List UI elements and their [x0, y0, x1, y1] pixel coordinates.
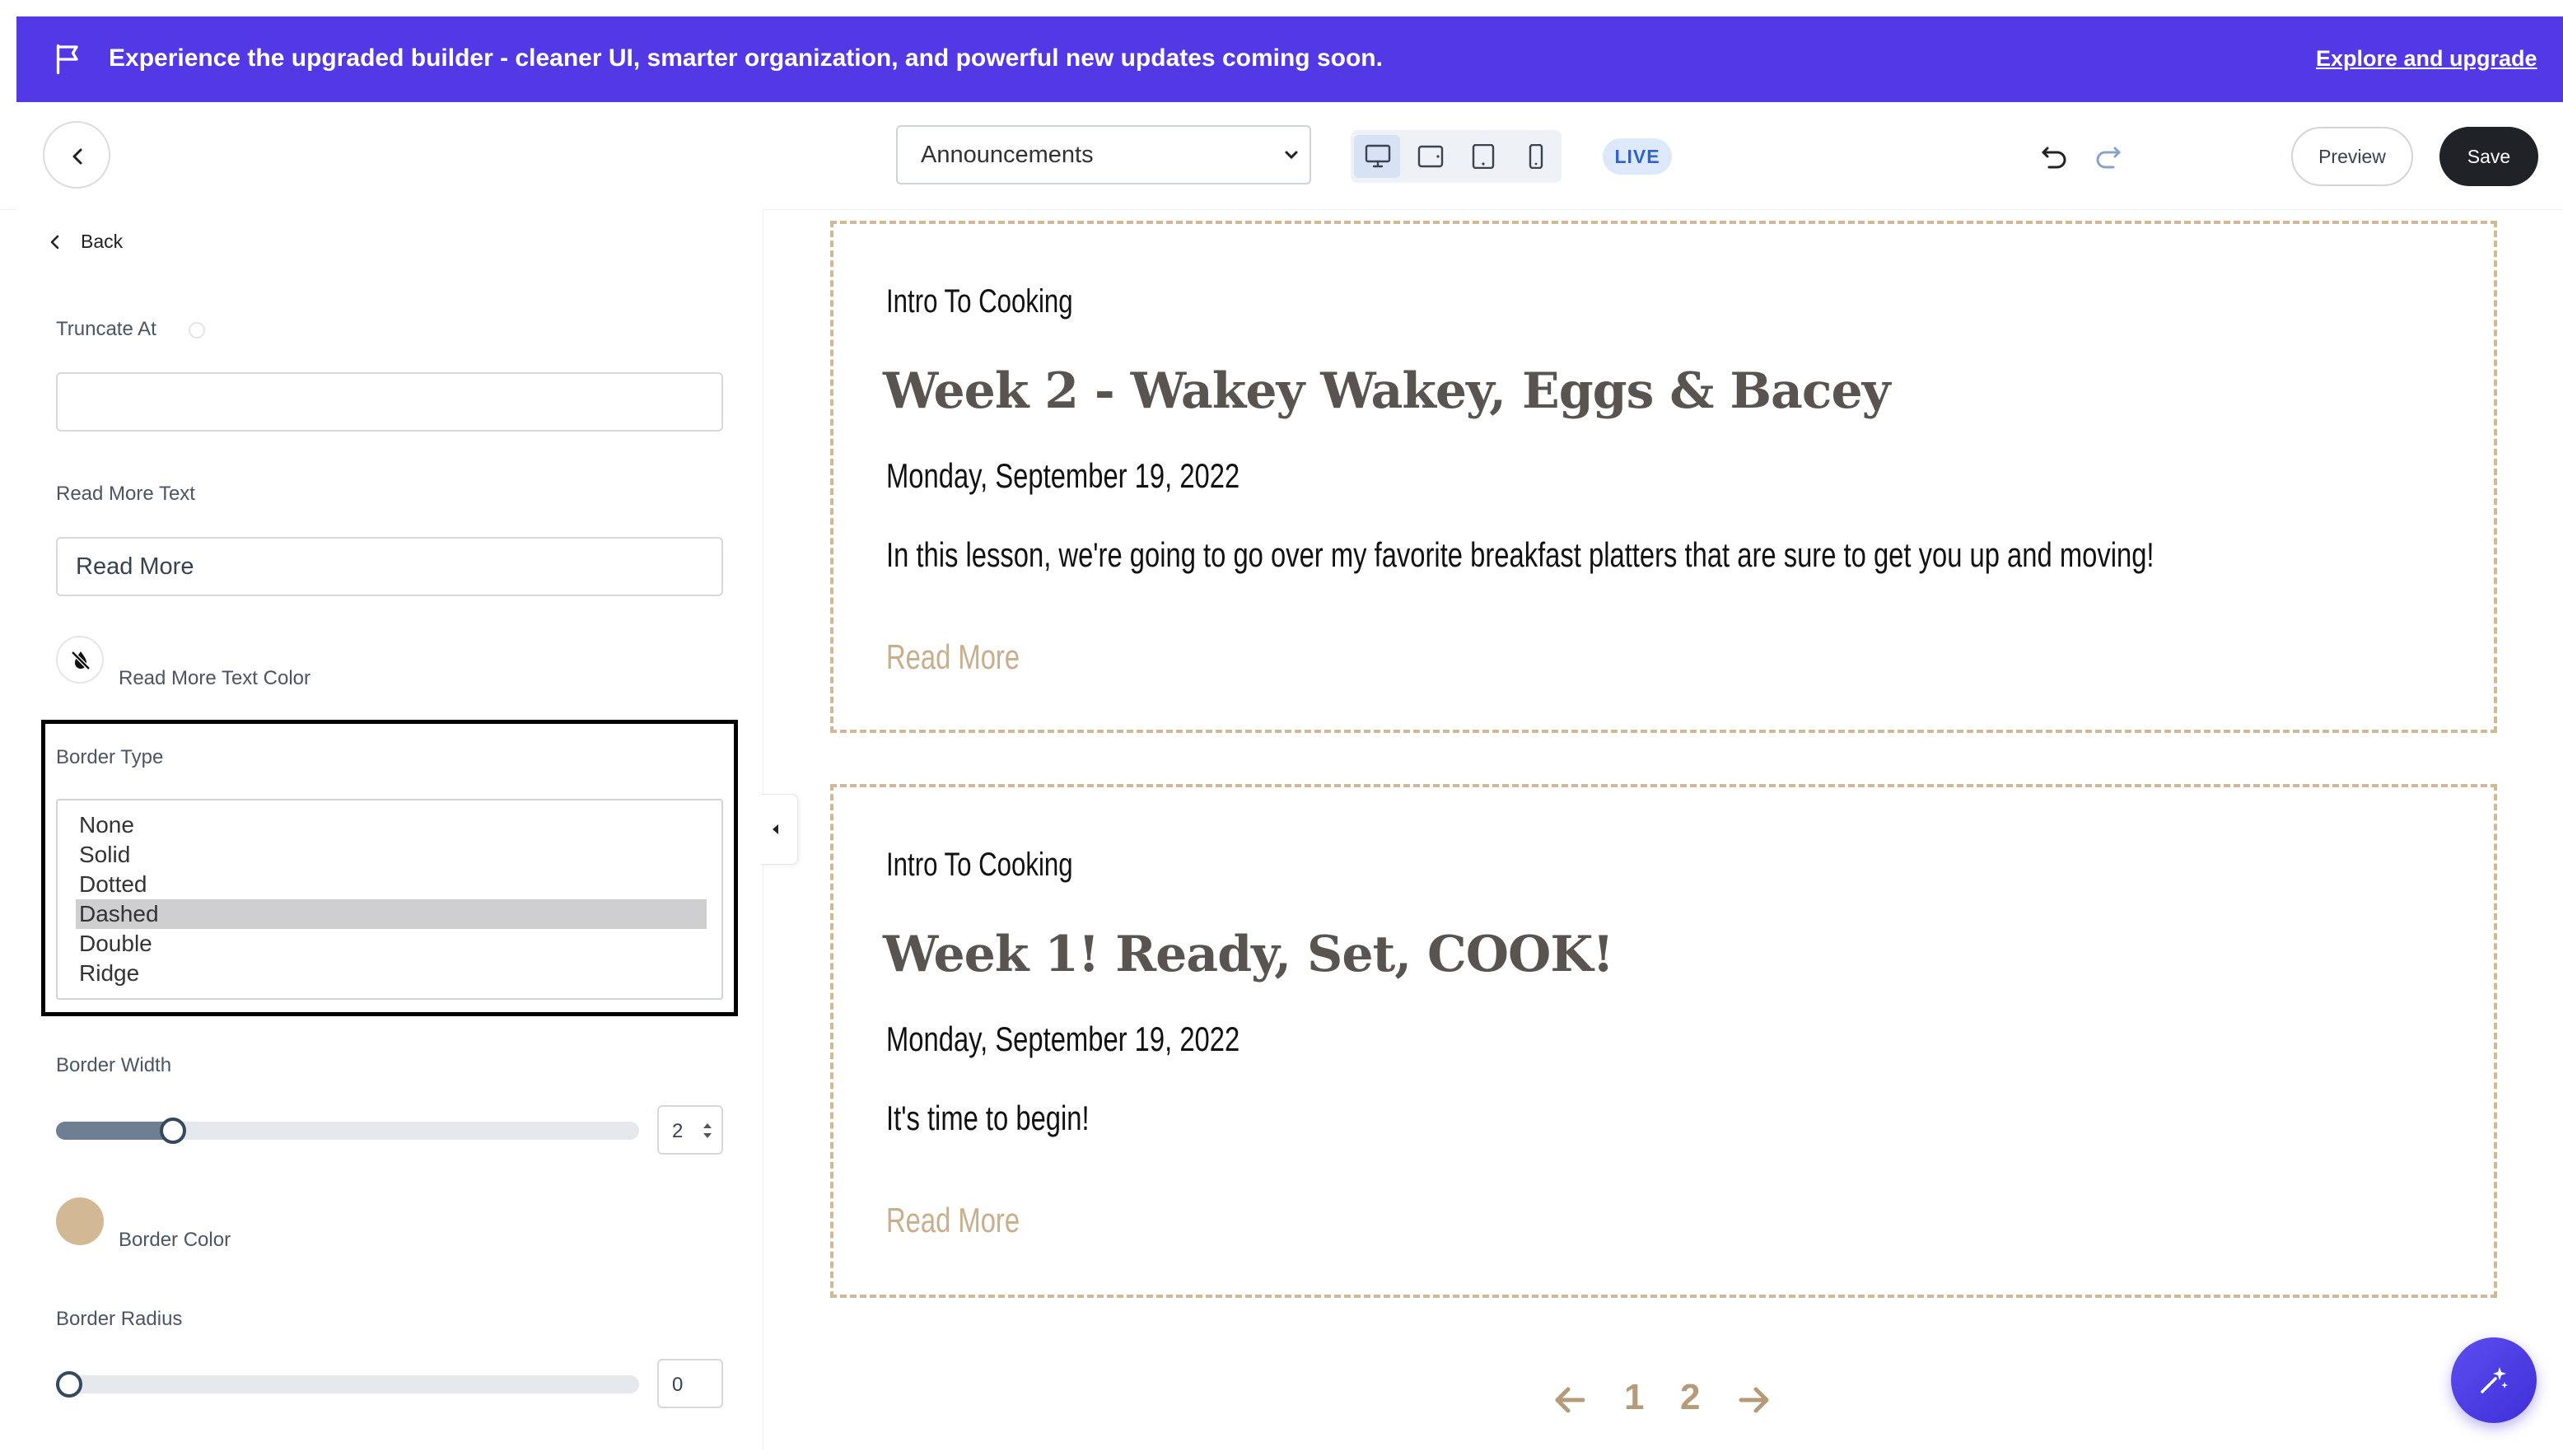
- stepper-icon[interactable]: [702, 1120, 713, 1141]
- announcement-banner: Experience the upgraded builder - cleane…: [16, 16, 2563, 102]
- read-more-text-input[interactable]: Read More: [56, 537, 723, 596]
- post-course: Intro To Cooking: [886, 283, 1073, 320]
- arrow-left-icon[interactable]: [1553, 1385, 1586, 1415]
- tablet-view-button[interactable]: [1459, 135, 1506, 178]
- page-select-value: Announcements: [921, 142, 1094, 168]
- border-type-label: Border Type: [56, 746, 164, 768]
- border-type-option[interactable]: Solid: [76, 840, 707, 870]
- read-more-link[interactable]: Read More: [886, 637, 1020, 677]
- border-radius-value: 0: [672, 1374, 684, 1396]
- truncate-input[interactable]: [56, 372, 723, 432]
- chevron-left-icon: [50, 235, 59, 250]
- sparkle-wand-icon: [2481, 1367, 2508, 1393]
- post-card: Intro To Cooking Week 2 - Wakey Wakey, E…: [830, 221, 2497, 733]
- caret-left-icon: [773, 824, 778, 834]
- live-badge: LIVE: [1603, 138, 1672, 175]
- exit-button[interactable]: [43, 121, 110, 189]
- ai-assistant-button[interactable]: [2451, 1337, 2537, 1423]
- back-label: Back: [81, 231, 124, 252]
- flag-icon: [56, 44, 78, 75]
- post-card: Intro To Cooking Week 1! Ready, Set, COO…: [830, 784, 2497, 1298]
- border-color-swatch[interactable]: [56, 1197, 104, 1245]
- collapse-panel-tab[interactable]: [761, 794, 798, 865]
- border-radius-label: Border Radius: [56, 1308, 183, 1330]
- arrow-right-icon[interactable]: [1738, 1385, 1771, 1415]
- border-width-slider-handle[interactable]: [160, 1118, 186, 1144]
- border-width-slider[interactable]: [56, 1118, 639, 1144]
- border-radius-slider-handle[interactable]: [56, 1371, 82, 1398]
- banner-message: Experience the upgraded builder - cleane…: [109, 44, 1383, 72]
- no-color-icon: [71, 651, 91, 670]
- post-date: Monday, September 19, 2022: [886, 1020, 1240, 1058]
- border-type-option[interactable]: Double: [76, 929, 707, 959]
- read-more-color-swatch[interactable]: [56, 636, 104, 684]
- page-1-link[interactable]: 1: [1624, 1377, 1644, 1418]
- post-title[interactable]: Week 1! Ready, Set, COOK!: [883, 926, 1614, 983]
- border-width-input[interactable]: 2: [657, 1105, 723, 1155]
- post-date: Monday, September 19, 2022: [886, 456, 1240, 495]
- border-type-option[interactable]: Dotted: [76, 870, 707, 899]
- border-width-label: Border Width: [56, 1054, 172, 1076]
- post-body: In this lesson, we're going to go over m…: [886, 535, 2155, 574]
- mobile-view-button[interactable]: [1512, 135, 1558, 178]
- preview-button[interactable]: Preview: [2291, 127, 2413, 186]
- page-2-link[interactable]: 2: [1680, 1377, 1700, 1418]
- read-more-link[interactable]: Read More: [886, 1201, 1020, 1240]
- read-more-text-label: Read More Text: [56, 483, 195, 505]
- desktop-icon: [1365, 144, 1391, 168]
- tablet-landscape-view-button[interactable]: [1407, 135, 1453, 178]
- settings-panel: Back Truncate At Read More Text Read Mor…: [16, 209, 763, 1449]
- undo-icon[interactable]: [2041, 145, 2069, 170]
- border-color-label: Border Color: [119, 1229, 231, 1251]
- page-select[interactable]: Announcements: [896, 125, 1311, 184]
- mobile-icon: [1529, 144, 1543, 169]
- chevron-down-icon: [1285, 151, 1298, 160]
- read-more-text-value: Read More: [76, 553, 194, 580]
- border-width-value: 2: [672, 1120, 684, 1142]
- tablet-landscape-icon: [1417, 145, 1444, 168]
- read-more-color-label: Read More Text Color: [119, 667, 310, 689]
- explore-upgrade-link[interactable]: Explore and upgrade: [2316, 41, 2537, 76]
- chevron-left-icon: [72, 148, 82, 165]
- post-title[interactable]: Week 2 - Wakey Wakey, Eggs & Bacey: [883, 362, 1890, 420]
- redo-icon[interactable]: [2094, 145, 2122, 170]
- save-button[interactable]: Save: [2439, 127, 2538, 186]
- border-type-option-selected[interactable]: Dashed: [76, 899, 707, 929]
- info-icon[interactable]: [188, 321, 206, 339]
- border-type-option[interactable]: None: [76, 810, 707, 840]
- border-type-option[interactable]: Ridge: [76, 959, 707, 988]
- border-radius-input[interactable]: 0: [657, 1359, 723, 1408]
- builder-toolbar: Announcements LIVE Preview Save: [0, 102, 2563, 210]
- post-body: It's time to begin!: [886, 1099, 1090, 1137]
- desktop-view-button[interactable]: [1354, 135, 1400, 178]
- tablet-icon: [1472, 144, 1495, 169]
- border-type-listbox[interactable]: None Solid Dotted Dashed Double Ridge: [56, 799, 723, 1000]
- device-switcher: [1351, 130, 1562, 183]
- border-width-slider-fill: [56, 1122, 173, 1140]
- truncate-label: Truncate At: [56, 318, 156, 340]
- border-radius-slider[interactable]: [56, 1371, 639, 1398]
- post-course: Intro To Cooking: [886, 847, 1073, 883]
